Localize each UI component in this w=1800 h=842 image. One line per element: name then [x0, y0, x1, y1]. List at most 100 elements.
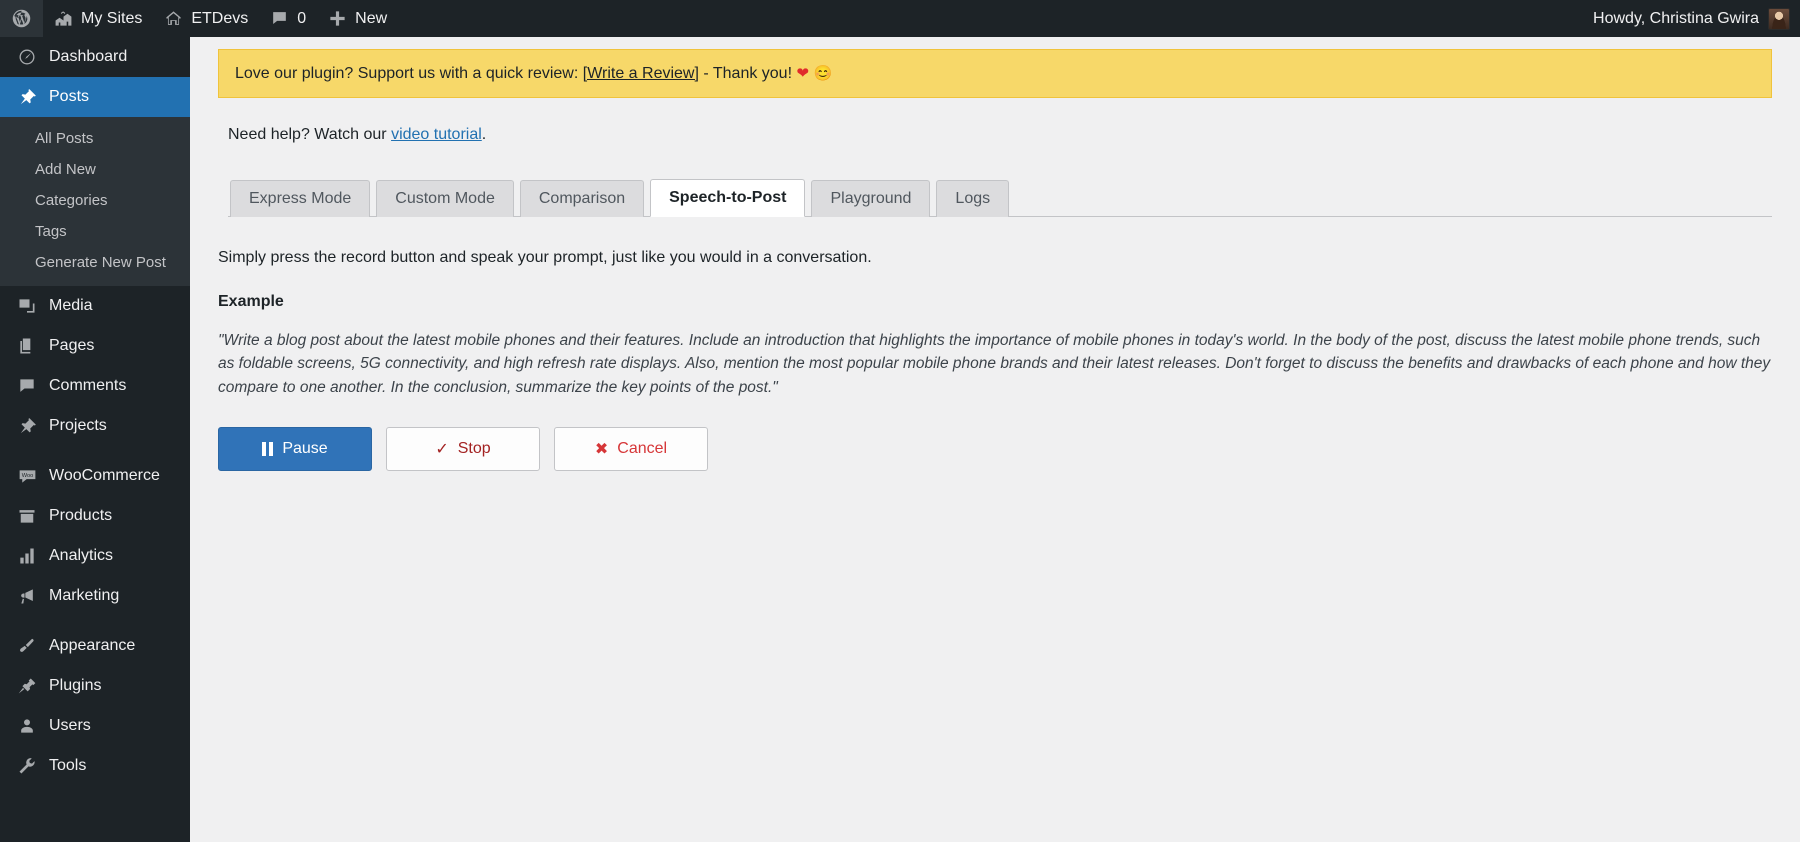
new-label: New	[355, 9, 388, 27]
my-sites-menu[interactable]: My Sites	[43, 0, 153, 37]
woo-icon: Woo	[14, 466, 40, 487]
brush-icon	[14, 636, 40, 656]
sidebar-item-tools[interactable]: Tools	[0, 746, 190, 786]
sidebar-label: Users	[49, 717, 91, 734]
stop-label: Stop	[457, 439, 491, 457]
pages-icon	[14, 336, 40, 356]
tab-logs[interactable]: Logs	[936, 180, 1010, 217]
megaphone-icon	[14, 586, 40, 606]
site-name-label: ETDevs	[191, 9, 249, 27]
sidebar-item-media[interactable]: Media	[0, 286, 190, 326]
sidebar-item-woocommerce[interactable]: Woo WooCommerce	[0, 456, 190, 496]
main-content: Love our plugin? Support us with a quick…	[190, 37, 1800, 842]
sidebar-label: Comments	[49, 377, 127, 394]
posts-submenu: All Posts Add New Categories Tags Genera…	[0, 117, 190, 286]
sidebar-label: Media	[49, 297, 93, 314]
account-area[interactable]: Howdy, Christina Gwira	[1593, 7, 1800, 30]
menu-separator	[0, 446, 190, 456]
submenu-item-tags[interactable]: Tags	[0, 216, 190, 247]
sidebar-item-projects[interactable]: Projects	[0, 406, 190, 446]
admin-sidebar: Dashboard Posts All Posts Add New Catego…	[0, 37, 198, 842]
sidebar-item-marketing[interactable]: Marketing	[0, 576, 190, 616]
tab-custom-mode[interactable]: Custom Mode	[376, 180, 514, 217]
example-prompt-text: "Write a blog post about the latest mobi…	[218, 332, 1771, 396]
howdy-label: Howdy, Christina Gwira	[1593, 9, 1759, 27]
submenu-item-generate-new-post[interactable]: Generate New Post	[0, 247, 190, 278]
admin-bar: My Sites ETDevs 0 New Howdy, Christina G…	[0, 0, 1800, 37]
video-tutorial-link[interactable]: video tutorial	[391, 126, 482, 143]
check-icon: ✓	[435, 440, 449, 458]
new-content-menu[interactable]: New	[317, 0, 398, 37]
wordpress-icon	[11, 8, 32, 29]
sidebar-item-dashboard[interactable]: Dashboard	[0, 37, 190, 77]
tab-express-mode[interactable]: Express Mode	[230, 180, 371, 217]
sidebar-label: Plugins	[49, 677, 102, 694]
example-heading: Example	[218, 293, 284, 310]
media-icon	[14, 296, 40, 316]
sidebar-item-analytics[interactable]: Analytics	[0, 536, 190, 576]
sites-icon	[54, 9, 73, 28]
comment-count: 0	[297, 9, 307, 27]
plus-icon	[328, 9, 347, 28]
heart-icon: ❤	[796, 65, 810, 82]
submenu-item-all-posts[interactable]: All Posts	[0, 123, 190, 154]
mode-tabs: Express Mode Custom Mode Comparison Spee…	[228, 178, 1772, 217]
write-review-link[interactable]: [Write a Review]	[583, 65, 699, 82]
stop-button[interactable]: ✓ Stop	[386, 426, 540, 471]
sidebar-item-posts[interactable]: Posts	[0, 77, 198, 117]
cancel-label: Cancel	[617, 439, 668, 457]
home-icon	[164, 9, 183, 28]
sidebar-item-pages[interactable]: Pages	[0, 326, 190, 366]
close-icon: ✖	[594, 440, 609, 458]
notice-text-before: Love our plugin? Support us with a quick…	[235, 65, 583, 82]
sidebar-item-products[interactable]: Products	[0, 496, 190, 536]
comment-icon	[270, 9, 289, 28]
review-notice: Love our plugin? Support us with a quick…	[218, 49, 1772, 98]
user-icon	[14, 716, 40, 736]
pause-label: Pause	[282, 439, 328, 457]
sidebar-item-appearance[interactable]: Appearance	[0, 626, 190, 666]
sidebar-item-comments[interactable]: Comments	[0, 366, 190, 406]
cancel-button[interactable]: ✖ Cancel	[554, 426, 708, 471]
sidebar-label: Analytics	[49, 547, 114, 564]
tab-comparison[interactable]: Comparison	[519, 180, 645, 217]
products-icon	[14, 506, 40, 526]
sidebar-item-users[interactable]: Users	[0, 706, 190, 746]
sidebar-label: Appearance	[49, 637, 136, 654]
sidebar-label: Posts	[49, 88, 90, 105]
help-line: Need help? Watch our video tutorial.	[228, 126, 1772, 144]
sidebar-label: Dashboard	[49, 48, 128, 65]
avatar	[1768, 7, 1790, 30]
my-sites-label: My Sites	[81, 9, 143, 27]
notice-text-after: - Thank you!	[698, 65, 797, 82]
svg-text:Woo: Woo	[21, 473, 33, 479]
wp-logo-menu[interactable]	[0, 0, 43, 37]
sidebar-item-plugins[interactable]: Plugins	[0, 666, 190, 706]
wrench-icon	[14, 756, 40, 776]
intro-text: Simply press the record button and speak…	[218, 249, 872, 266]
menu-separator	[0, 616, 190, 626]
sidebar-label: Marketing	[49, 587, 120, 604]
comments-icon	[14, 376, 40, 396]
site-name-menu[interactable]: ETDevs	[153, 0, 259, 37]
pause-icon	[262, 441, 274, 456]
tab-playground[interactable]: Playground	[811, 180, 931, 217]
pin-icon	[14, 416, 40, 436]
analytics-icon	[14, 546, 40, 566]
recording-controls: Pause ✓ Stop ✖ Cancel	[218, 426, 1772, 471]
smile-icon: 😊	[813, 65, 833, 82]
sidebar-label: Pages	[49, 337, 95, 354]
help-text-before: Need help? Watch our	[228, 126, 392, 143]
dashboard-icon	[14, 47, 40, 67]
plug-icon	[14, 676, 40, 696]
submenu-item-add-new[interactable]: Add New	[0, 154, 190, 185]
submenu-item-categories[interactable]: Categories	[0, 185, 190, 216]
sidebar-label: Products	[49, 507, 113, 524]
pin-icon	[14, 87, 40, 107]
pause-button[interactable]: Pause	[218, 426, 372, 471]
help-text-after: .	[481, 126, 487, 143]
tab-speech-to-post[interactable]: Speech-to-Post	[650, 179, 806, 217]
sidebar-label: Tools	[49, 757, 87, 774]
comments-bubble[interactable]: 0	[259, 0, 317, 37]
sidebar-label: WooCommerce	[49, 467, 160, 484]
